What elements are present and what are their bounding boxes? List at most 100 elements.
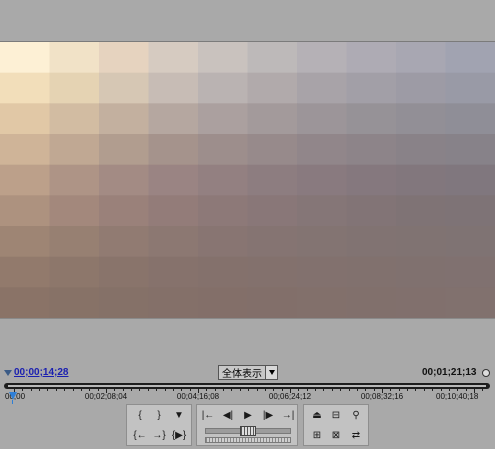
- mosaic-block: [148, 256, 199, 288]
- ruler-tick: [231, 389, 233, 391]
- ruler-label: 00;06;24;12: [268, 392, 312, 401]
- time-ruler[interactable]: 00;00 00;02;08;04 00;04;16;08 00;06;24;12 00…: [4, 383, 490, 402]
- jog-handle[interactable]: [240, 426, 256, 436]
- playhead-icon[interactable]: [9, 392, 17, 400]
- trim-button[interactable]: ⇄: [347, 427, 365, 443]
- step-back-button[interactable]: ◀|: [219, 407, 237, 423]
- duration-icon: [482, 369, 490, 377]
- chevron-down-icon[interactable]: [265, 366, 277, 379]
- play-button[interactable]: ▶: [239, 407, 257, 423]
- transport-controls-panel: |← ◀| ▶ |▶ →|: [196, 404, 298, 446]
- overlay-button[interactable]: ⊠: [327, 427, 345, 443]
- mosaic-block: [297, 287, 348, 318]
- mosaic-block: [99, 164, 150, 196]
- collapse-triangle-icon[interactable]: [4, 370, 12, 376]
- prev-edit-button[interactable]: |←: [199, 407, 217, 423]
- mosaic-block: [198, 164, 249, 196]
- ruler-tick: [97, 389, 99, 391]
- jog-slider[interactable]: [205, 426, 291, 436]
- mosaic-block: [445, 72, 495, 104]
- mosaic-block: [396, 256, 447, 288]
- mosaic-block: [297, 42, 348, 74]
- zoom-level-select[interactable]: 全体表示: [218, 365, 278, 380]
- mosaic-block: [198, 195, 249, 227]
- ruler-label: 00;10;40;18: [436, 392, 479, 401]
- lift-button[interactable]: ⏏: [308, 407, 326, 423]
- mosaic-block: [445, 287, 495, 318]
- mosaic-block: [0, 256, 51, 288]
- ruler-tick: [223, 389, 225, 391]
- export-frame-button[interactable]: ⚲: [347, 407, 365, 423]
- ruler-tick: [64, 389, 66, 391]
- ruler-tick: [423, 389, 425, 391]
- mosaic-block: [297, 103, 348, 135]
- step-forward-button[interactable]: |▶: [259, 407, 277, 423]
- program-monitor: 00;00;14;28 全体表示 00;01;21;13 00;00 00;02;…: [0, 0, 495, 449]
- play-in-out-button[interactable]: {▶}: [170, 427, 188, 443]
- current-timecode[interactable]: 00;00;14;28: [14, 367, 68, 378]
- mosaic-block: [297, 164, 348, 196]
- ruler-tick: [122, 389, 124, 391]
- mosaic-block: [198, 256, 249, 288]
- mosaic-block: [148, 195, 199, 227]
- mosaic-block: [49, 256, 100, 288]
- ruler-tick: [47, 389, 49, 391]
- mosaic-block: [396, 226, 447, 258]
- goto-in-button[interactable]: {←: [131, 427, 149, 443]
- ruler-tick: [390, 389, 392, 391]
- shuttle-slider[interactable]: [205, 437, 291, 443]
- mosaic-block: [49, 134, 100, 166]
- mosaic-block: [247, 256, 298, 288]
- ruler-tick: [407, 389, 409, 391]
- mosaic-block: [247, 134, 298, 166]
- mosaic-block: [445, 103, 495, 135]
- monitor-bottom-border: [0, 318, 495, 319]
- mosaic-block: [0, 164, 51, 196]
- mosaic-block: [346, 256, 397, 288]
- set-out-button[interactable]: }: [150, 407, 168, 423]
- goto-out-button[interactable]: →}: [150, 427, 168, 443]
- mosaic-block: [346, 226, 397, 258]
- ruler-tick: [256, 389, 258, 391]
- mosaic-block: [0, 287, 51, 318]
- ruler-tick: [72, 389, 74, 391]
- mosaic-block: [148, 287, 199, 318]
- mosaic-block: [297, 195, 348, 227]
- playhead-line: [12, 400, 13, 404]
- mosaic-block: [396, 42, 447, 74]
- mosaic-block: [346, 103, 397, 135]
- set-in-button[interactable]: {: [131, 407, 149, 423]
- mosaic-block: [99, 134, 150, 166]
- mosaic-block: [396, 287, 447, 318]
- mosaic-block: [99, 287, 150, 318]
- set-marker-button[interactable]: ▼: [170, 407, 188, 423]
- mosaic-block: [247, 164, 298, 196]
- ruler-tick: [365, 389, 367, 391]
- zoom-level-label: 全体表示: [222, 369, 262, 380]
- mosaic-block: [99, 256, 150, 288]
- zoom-scrollbar-thumb[interactable]: [8, 385, 486, 387]
- mosaic-block: [99, 42, 150, 74]
- insert-button[interactable]: ⊞: [308, 427, 326, 443]
- ruler-tick: [432, 389, 434, 391]
- ruler-ticks: 00;00 00;02;08;04 00;04;16;08 00;06;24;12 00…: [4, 389, 490, 402]
- mosaic-block: [198, 103, 249, 135]
- mosaic-block: [297, 256, 348, 288]
- mosaic-block: [247, 226, 298, 258]
- extract-button[interactable]: ⊟: [327, 407, 345, 423]
- ruler-tick: [189, 389, 191, 391]
- ruler-tick: [331, 389, 333, 391]
- edit-controls-panel: ⏏ ⊟ ⚲ ⊞ ⊠ ⇄: [303, 404, 369, 446]
- mosaic-block: [346, 134, 397, 166]
- ruler-tick: [39, 389, 41, 391]
- mosaic-block: [445, 256, 495, 288]
- next-edit-button[interactable]: →|: [279, 407, 297, 423]
- ruler-tick: [273, 389, 275, 391]
- video-preview: [0, 42, 495, 318]
- mosaic-block: [0, 195, 51, 227]
- ruler-tick: [356, 389, 358, 391]
- mosaic-block: [148, 164, 199, 196]
- ruler-tick: [448, 389, 450, 391]
- ruler-tick: [340, 389, 342, 391]
- mosaic-block: [297, 226, 348, 258]
